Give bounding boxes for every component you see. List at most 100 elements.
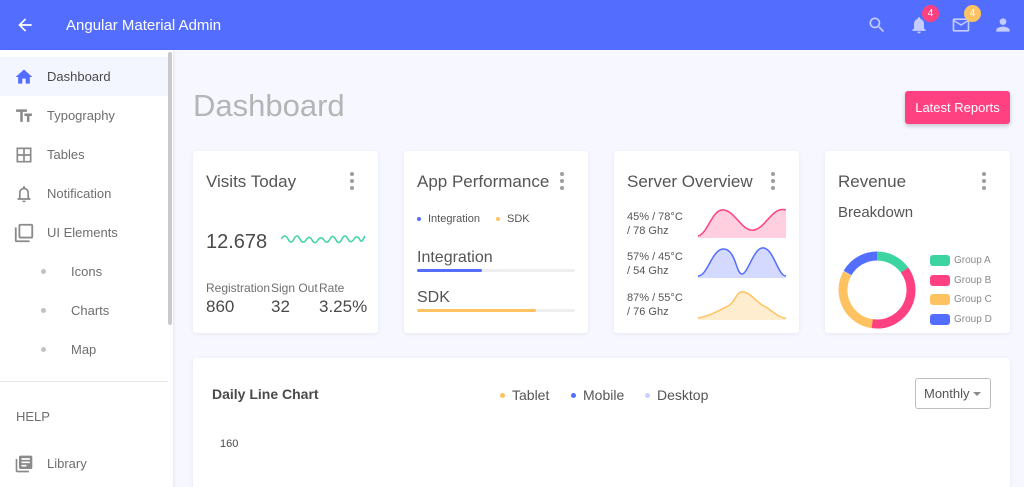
legend-label: Integration bbox=[428, 213, 480, 225]
revenue-card: Revenue Breakdown Group A Group B Group … bbox=[825, 151, 1010, 333]
sidebar-item-library[interactable]: Library bbox=[0, 444, 168, 483]
bullet-icon bbox=[41, 347, 46, 352]
legend-label: Group A bbox=[954, 255, 991, 266]
visits-total: 12.678 bbox=[206, 231, 268, 253]
chart-legend-item: Tablet bbox=[500, 387, 549, 403]
card-title: Revenue bbox=[838, 172, 907, 191]
sidebar-item-notification[interactable]: Notification bbox=[0, 174, 168, 213]
sidebar-scrollbar[interactable] bbox=[168, 52, 172, 325]
stat-value: 860 bbox=[206, 297, 235, 316]
more-vert-icon[interactable] bbox=[560, 172, 564, 190]
library-books-icon bbox=[0, 454, 47, 474]
sidebar-item-label: Typography bbox=[47, 108, 115, 123]
sidebar-item-charts[interactable]: Charts bbox=[0, 291, 168, 330]
stat-label: Registration bbox=[206, 281, 271, 295]
card-title: Daily Line Chart bbox=[212, 386, 319, 402]
stat-value: 3.25% bbox=[319, 297, 368, 316]
notifications-badge: 4 bbox=[922, 5, 939, 22]
legend-swatch bbox=[930, 255, 950, 266]
sidebar-item-label: Dashboard bbox=[47, 69, 111, 84]
messages-button[interactable]: 4 bbox=[940, 0, 982, 50]
card-title: Visits Today bbox=[206, 172, 297, 191]
server-stat-line: 87% / 55°C bbox=[627, 292, 683, 304]
account-button[interactable] bbox=[982, 0, 1024, 50]
app-performance-card: App Performance Integration SDK Integrat… bbox=[404, 151, 588, 333]
home-icon bbox=[0, 67, 47, 87]
messages-badge: 4 bbox=[964, 5, 981, 22]
visits-today-card: Visits Today 12.678 Registration Sign Ou… bbox=[193, 151, 378, 333]
card-subtitle: Breakdown bbox=[838, 204, 914, 221]
server-stat-line: 57% / 45°C bbox=[627, 251, 683, 263]
server-stat-line: / 78 Ghz bbox=[627, 225, 669, 237]
arrow-back-icon bbox=[18, 18, 32, 32]
revenue-legend-item: Group A bbox=[930, 255, 991, 266]
sidebar-item-icons[interactable]: Icons bbox=[0, 252, 168, 291]
sidebar-divider bbox=[0, 381, 168, 382]
notifications-button[interactable]: 4 bbox=[898, 0, 940, 50]
card-title: App Performance bbox=[417, 172, 550, 191]
revenue-donut-chart bbox=[838, 251, 916, 329]
sidebar-item-ui-elements[interactable]: UI Elements bbox=[0, 213, 168, 252]
back-button[interactable] bbox=[0, 0, 50, 50]
legend-swatch bbox=[930, 294, 950, 305]
sidebar-item-tables[interactable]: Tables bbox=[0, 135, 168, 174]
legend-label: Desktop bbox=[657, 387, 709, 403]
search-icon bbox=[869, 17, 885, 33]
bullet-icon bbox=[41, 269, 46, 274]
table-icon bbox=[0, 145, 47, 165]
library-icon bbox=[0, 222, 47, 244]
sidebar-item-label: Icons bbox=[71, 264, 103, 279]
server-stat-line: / 76 Ghz bbox=[627, 306, 669, 318]
performance-bar-label: SDK bbox=[417, 289, 450, 306]
sidebar: Dashboard Typography Tables Notification… bbox=[0, 50, 173, 487]
server-area-chart bbox=[698, 247, 786, 278]
sidebar-item-typography[interactable]: Typography bbox=[0, 96, 168, 135]
sidebar-item-map[interactable]: Map bbox=[0, 330, 168, 369]
search-button[interactable] bbox=[856, 0, 898, 50]
sidebar-item-label: Map bbox=[71, 342, 97, 357]
bullet-icon bbox=[41, 308, 46, 313]
legend-dot bbox=[571, 392, 576, 398]
legend-label: SDK bbox=[506, 213, 530, 225]
more-vert-icon[interactable] bbox=[771, 172, 775, 190]
revenue-legend-item: Group D bbox=[930, 314, 992, 325]
bell-outline-icon bbox=[0, 184, 47, 204]
performance-bar-fill bbox=[417, 309, 536, 312]
card-title: Server Overview bbox=[627, 172, 753, 191]
legend-dot bbox=[495, 217, 500, 221]
daily-line-chart-card: Daily Line Chart Tablet Mobile Desktop M… bbox=[193, 358, 1010, 487]
more-vert-icon[interactable] bbox=[982, 172, 986, 190]
server-overview-card: Server Overview 45% / 78°C / 78 Ghz 57% … bbox=[614, 151, 799, 333]
more-vert-icon[interactable] bbox=[350, 172, 354, 190]
performance-bar-fill bbox=[417, 269, 482, 272]
performance-bar-track bbox=[417, 309, 575, 312]
y-axis-tick: 160 bbox=[220, 438, 239, 450]
stat-label: Sign Out bbox=[271, 281, 318, 295]
legend-dot bbox=[500, 392, 505, 398]
legend-label: Group B bbox=[954, 275, 992, 286]
text-fields-icon bbox=[0, 106, 47, 126]
legend-label: Mobile bbox=[583, 387, 625, 403]
period-select[interactable]: Monthly bbox=[915, 378, 991, 409]
server-stat: 57% / 45°C / 54 Ghz bbox=[627, 250, 683, 278]
legend-label: Group D bbox=[954, 314, 992, 325]
sidebar-item-label: Library bbox=[47, 456, 87, 471]
chart-legend-item: Mobile bbox=[571, 387, 624, 403]
revenue-legend-item: Group C bbox=[930, 294, 992, 305]
latest-reports-button[interactable]: Latest Reports bbox=[905, 91, 1010, 124]
legend-dot bbox=[645, 392, 650, 398]
app-header: Angular Material Admin 4 4 bbox=[0, 0, 1024, 50]
page-title: Dashboard bbox=[193, 88, 345, 123]
arrow-drop-down-icon bbox=[973, 392, 981, 396]
legend-dot bbox=[417, 217, 421, 221]
help-section-title: HELP bbox=[16, 409, 50, 424]
server-stat-line: 45% / 78°C bbox=[627, 211, 683, 223]
legend-swatch bbox=[930, 314, 950, 325]
stat-value: 32 bbox=[271, 297, 290, 316]
sidebar-item-dashboard[interactable]: Dashboard bbox=[0, 57, 168, 96]
sidebar-item-label: Notification bbox=[47, 186, 112, 201]
sidebar-item-label: Tables bbox=[47, 147, 85, 162]
chart-legend-item: Desktop bbox=[645, 387, 708, 403]
sidebar-item-label: UI Elements bbox=[47, 225, 118, 240]
performance-legend: Integration SDK bbox=[417, 213, 530, 225]
